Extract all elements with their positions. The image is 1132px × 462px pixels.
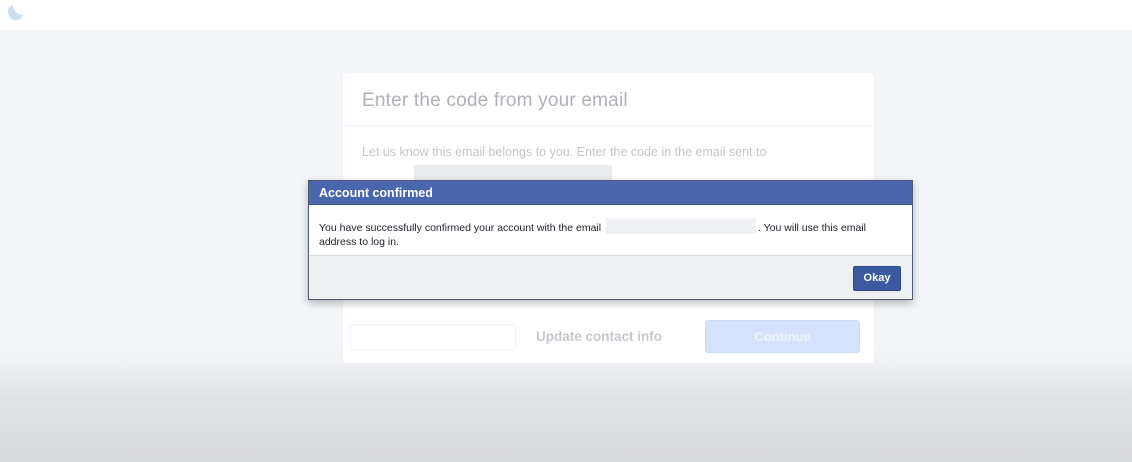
form-description: Let us know this email belongs to you. E… [362, 145, 767, 159]
form-title: Enter the code from your email [362, 90, 628, 111]
divider [343, 125, 874, 126]
account-confirmed-dialog: Account confirmed You have successfully … [308, 180, 913, 300]
update-contact-info-link[interactable]: Update contact info [536, 329, 662, 344]
redacted-email [414, 165, 612, 180]
dialog-message-start: You have successfully confirmed your acc… [319, 222, 602, 234]
redacted-email-inline [606, 218, 757, 234]
code-input[interactable] [350, 324, 516, 350]
dialog-title: Account confirmed [319, 186, 433, 200]
continue-button[interactable]: Continue [705, 320, 860, 353]
dialog-footer: Okay [309, 255, 912, 299]
okay-button[interactable]: Okay [853, 266, 901, 291]
brand-logo-icon [8, 4, 24, 20]
dialog-message: You have successfully confirmed your acc… [319, 218, 899, 249]
dialog-header: Account confirmed [309, 181, 912, 205]
